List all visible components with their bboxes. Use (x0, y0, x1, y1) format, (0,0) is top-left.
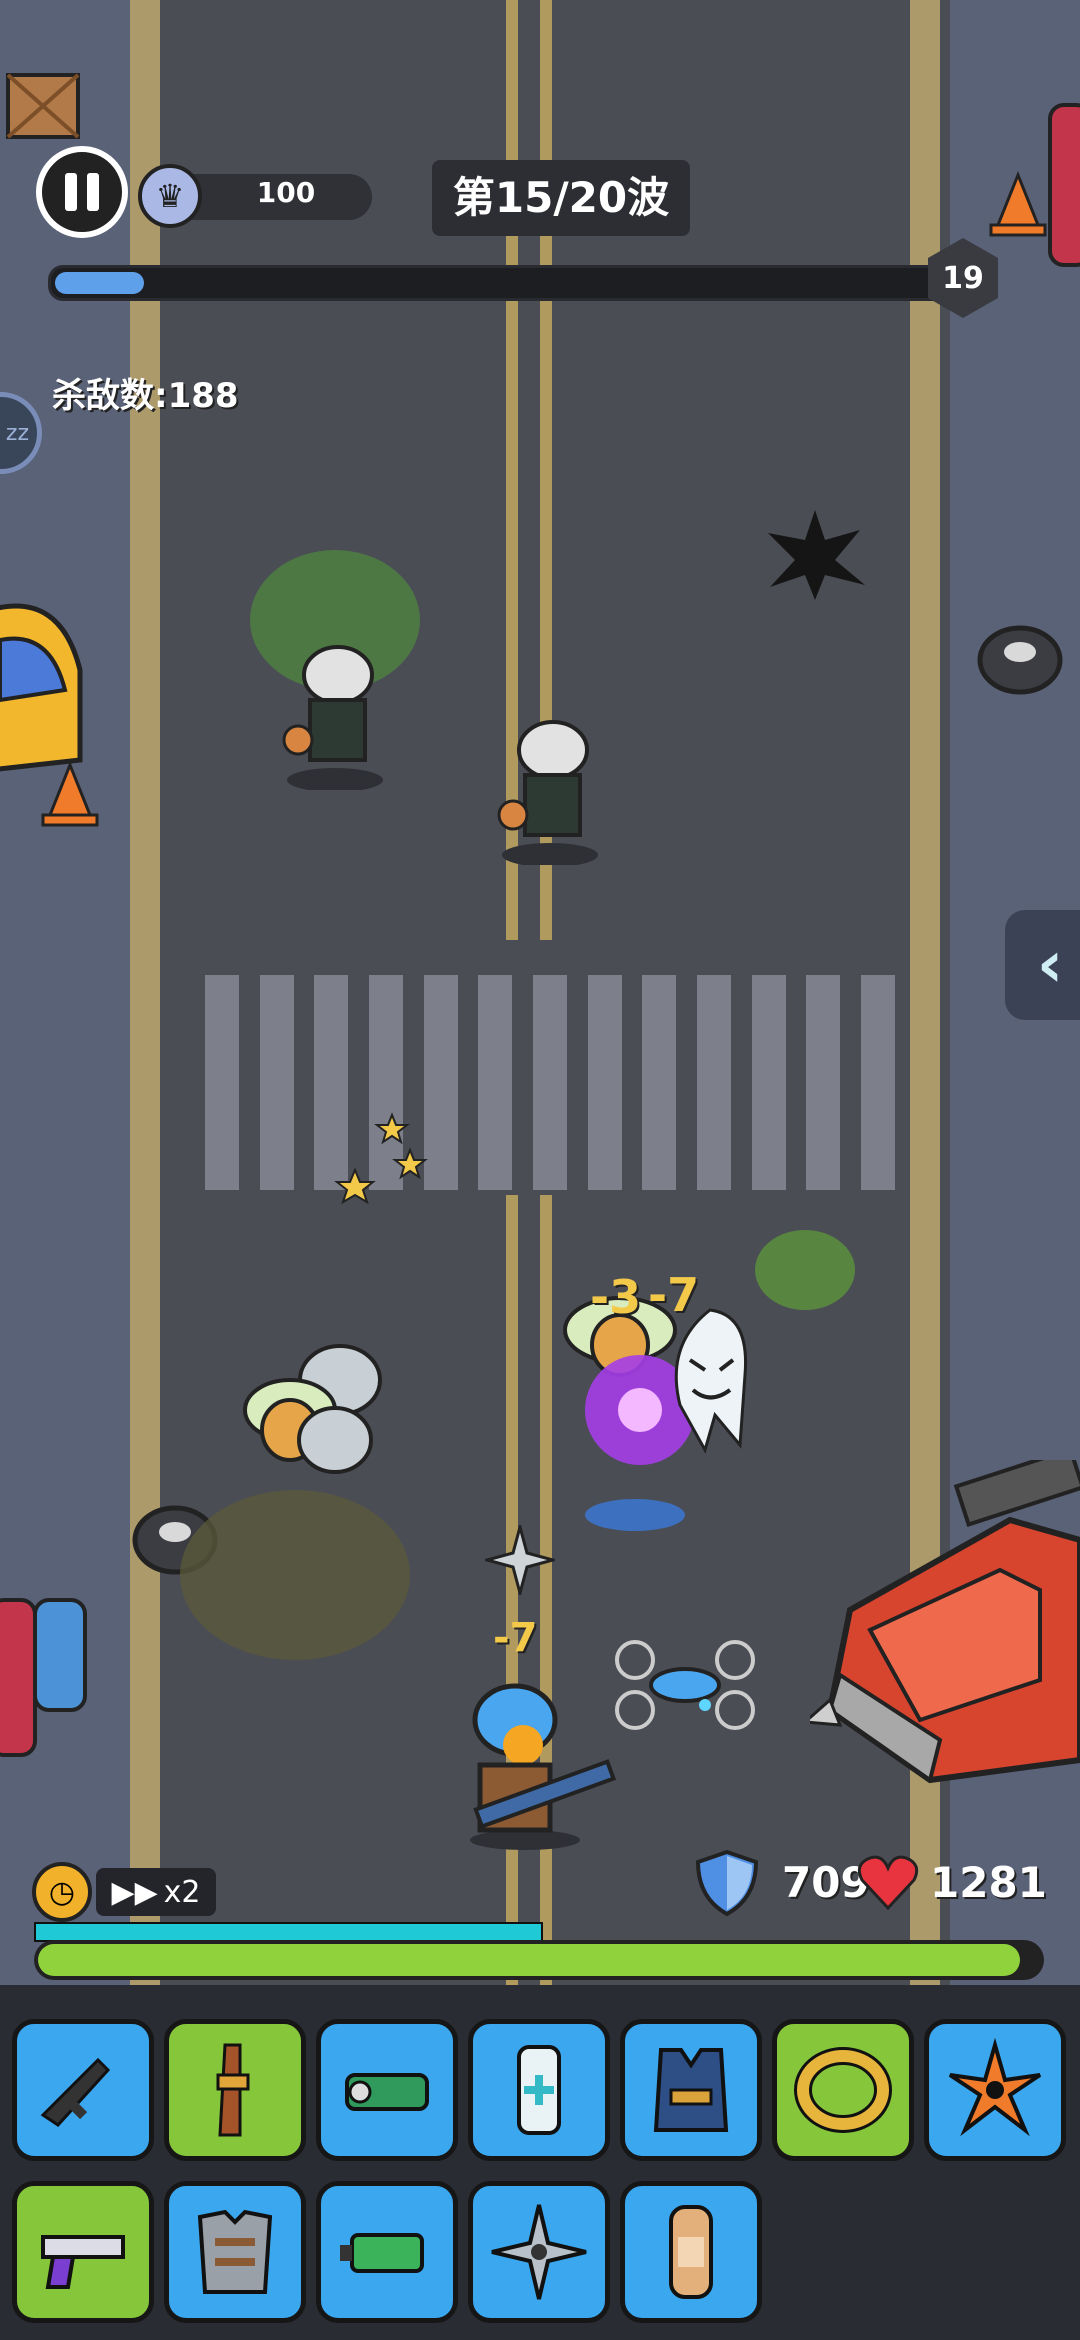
green-slime-splat (755, 1230, 855, 1310)
speed-label: x2 (163, 1874, 201, 1910)
slot-armor-vest[interactable] (620, 2019, 762, 2161)
barrels-icon (1048, 103, 1080, 267)
zz-label: zz (5, 420, 29, 446)
crown-value: 100 (256, 176, 316, 209)
rifle-icon (40, 2057, 111, 2127)
wave-title: 第15/20波 (432, 160, 690, 236)
drone-companion (615, 1640, 755, 1730)
traffic-cone-icon (989, 170, 1047, 237)
hp-bar (34, 1940, 1044, 1980)
shuriken-projectile (485, 1525, 555, 1595)
sniper-icon (216, 2043, 250, 2137)
side-panel-toggle[interactable]: ‹ (1005, 910, 1080, 1020)
slot-ring[interactable] (772, 2019, 914, 2161)
clock-icon: ◷ (32, 1862, 92, 1922)
crown-icon: ♛ (138, 164, 202, 228)
zombie-enemy (282, 645, 383, 790)
zombie-enemy (497, 720, 598, 865)
game-scene[interactable]: -3 -7 -7 ♛ 100 第15/20波 19 杀敌数:188 zz ‹ ◷… (0, 0, 1080, 1985)
oil-splat (180, 1490, 410, 1660)
battery-icon (340, 2233, 424, 2273)
slot-sniper[interactable] (164, 2019, 306, 2161)
armored-truck-icon (810, 1460, 1080, 1784)
pause-button[interactable] (36, 146, 128, 238)
barrels-icon (0, 1598, 87, 1757)
crack-splat-icon (768, 510, 865, 600)
chest-plate-icon (197, 2209, 273, 2294)
damage-number: -7 (648, 1268, 700, 1322)
hp-value: 1281 (930, 1858, 1047, 1907)
slot-shuriken[interactable] (924, 2019, 1066, 2161)
slot-medkit[interactable] (468, 2019, 610, 2161)
slot-flashlight[interactable] (316, 2019, 458, 2161)
chevron-left-icon: ‹ (1036, 928, 1064, 1002)
flashlight-icon (345, 2073, 429, 2111)
shuriken-icon (948, 2037, 1042, 2137)
crate-icon (6, 73, 80, 139)
tire-icon (977, 625, 1063, 695)
medkit-icon (517, 2045, 561, 2135)
bandage-icon (669, 2205, 713, 2299)
ring-icon (794, 2047, 892, 2133)
kill-count: 杀敌数:188 (52, 376, 239, 416)
taxi-car-icon (0, 603, 83, 772)
hp-bar-fill (38, 1944, 1020, 1976)
player-character (470, 1683, 617, 1850)
wave-progress-fill (55, 272, 145, 294)
pistol-icon (41, 2235, 125, 2289)
stars-effect (334, 1112, 428, 1205)
armor-vest-icon (653, 2048, 729, 2132)
equipment-slots (0, 1985, 1080, 2340)
crosswalk (205, 975, 895, 1190)
slot-chest-plate[interactable] (164, 2181, 306, 2323)
speed-toggle-button[interactable]: ▶▶ x2 (96, 1868, 216, 1916)
slot-pistol[interactable] (12, 2181, 154, 2323)
fast-forward-icon: ▶▶ (111, 1874, 158, 1910)
throwing-star-icon (491, 2204, 587, 2300)
slot-rifle[interactable] (12, 2019, 154, 2161)
slot-bandage[interactable] (620, 2181, 762, 2323)
heart-icon (857, 1855, 919, 1911)
cat-monster-group (243, 1344, 382, 1474)
pause-icon (65, 173, 77, 211)
energy-bar (34, 1922, 543, 1942)
wave-progress-bar (48, 265, 954, 301)
ghost-enemy (674, 1308, 748, 1454)
shield-icon (695, 1849, 759, 1917)
slot-battery[interactable] (316, 2181, 458, 2323)
damage-number: -3 (590, 1270, 642, 1324)
slot-throwing-star[interactable] (468, 2181, 610, 2323)
damage-number: -7 (493, 1615, 538, 1661)
traffic-cone-icon (41, 760, 99, 827)
